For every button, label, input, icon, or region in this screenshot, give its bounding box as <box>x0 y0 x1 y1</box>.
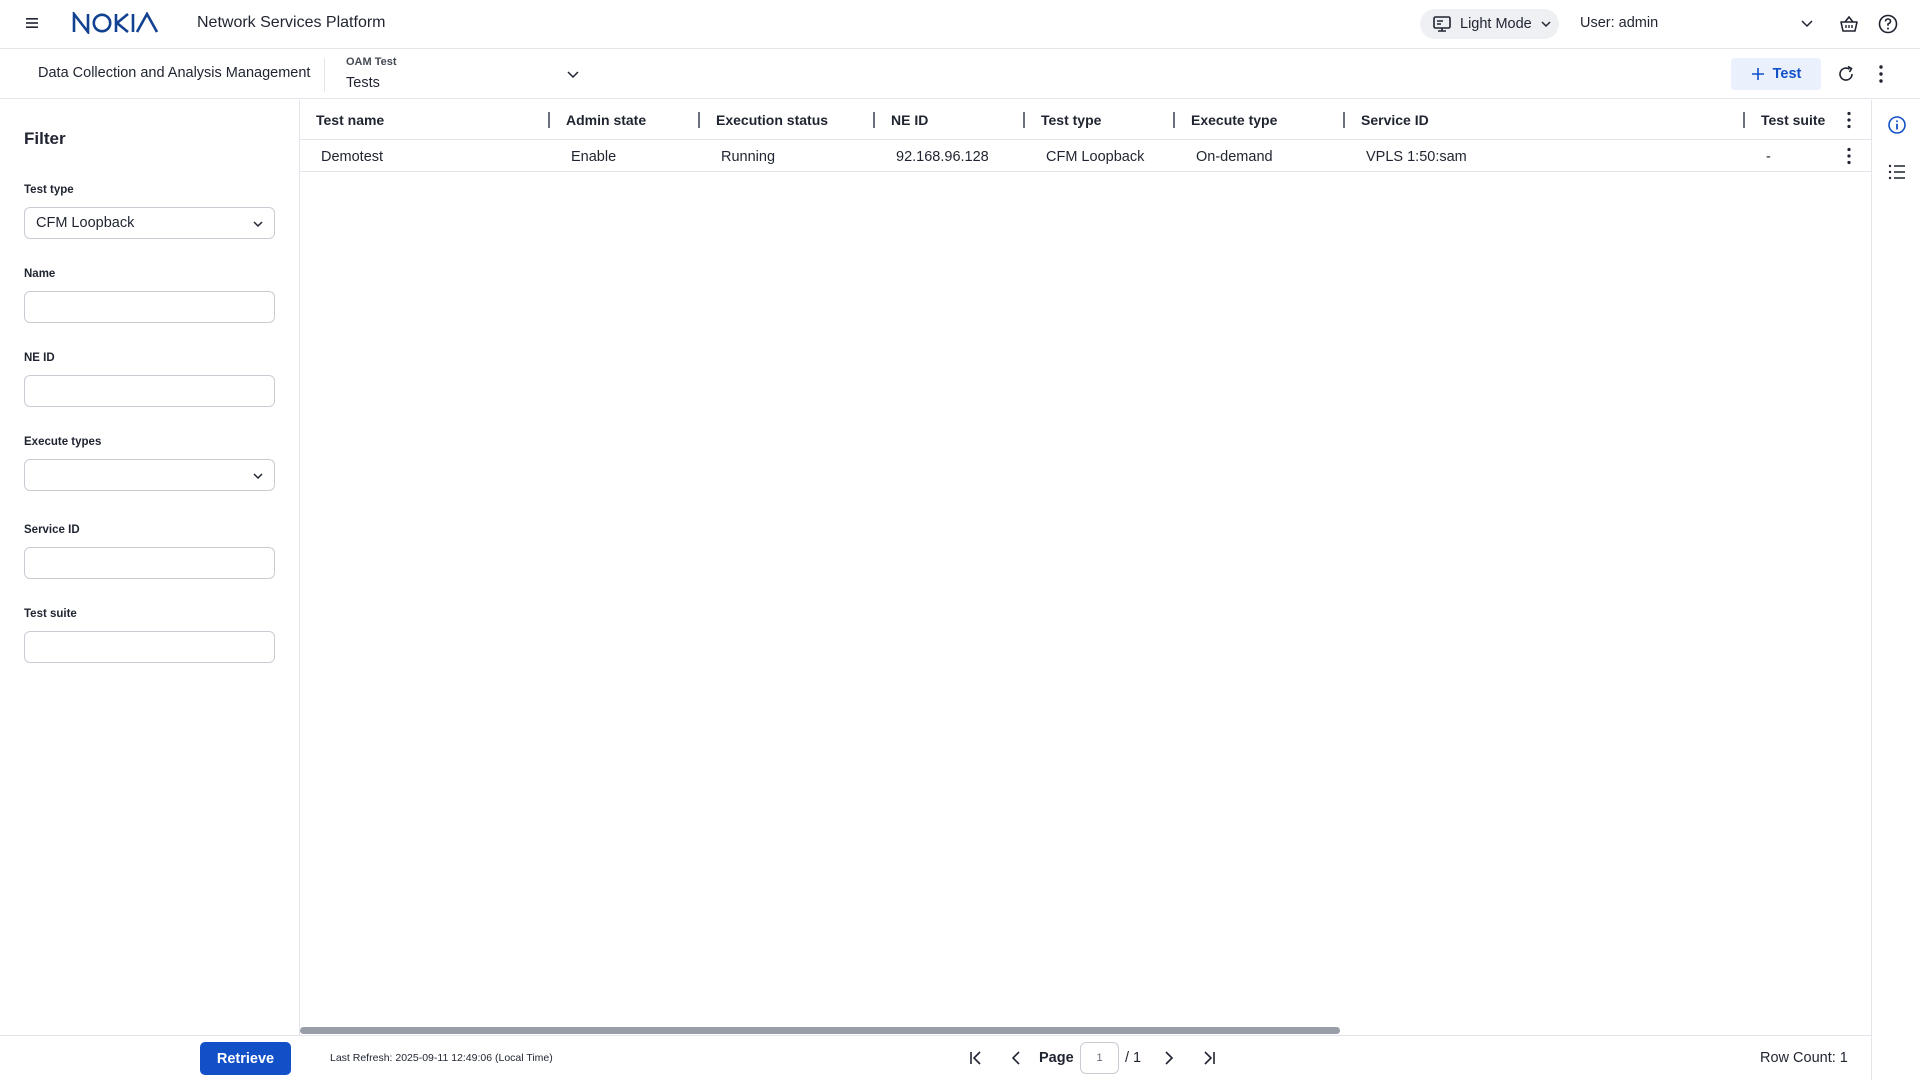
column-header-execution-status[interactable]: Execution status <box>716 112 828 128</box>
view-selector-chevron-down-icon[interactable] <box>566 67 580 81</box>
table-row[interactable]: Demotest Enable Running 92.168.96.128 CF… <box>300 141 1871 172</box>
breadcrumb-app-name[interactable]: Data Collection and Analysis Management <box>38 65 310 81</box>
column-options-icon[interactable] <box>1847 111 1851 129</box>
service-id-input[interactable] <box>24 547 275 579</box>
execute-types-select[interactable] <box>24 459 275 491</box>
service-id-label: Service ID <box>24 524 80 536</box>
page-label: Page <box>1039 1050 1074 1066</box>
column-header-test-name[interactable]: Test name <box>316 112 384 128</box>
cell-admin-state: Enable <box>571 149 617 165</box>
ne-id-input[interactable] <box>24 375 275 407</box>
test-type-label: Test type <box>24 184 74 196</box>
footer-bar: Retrieve Last Refresh: 2025-09-11 12:49:… <box>0 1035 1871 1080</box>
column-header-ne-id[interactable]: NE ID <box>891 112 928 128</box>
chevron-down-icon <box>252 218 264 230</box>
chevron-down-icon <box>1540 18 1552 30</box>
first-page-icon[interactable] <box>967 1049 985 1067</box>
column-resize-handle[interactable] <box>873 112 875 128</box>
column-header-service-id[interactable]: Service ID <box>1361 112 1429 128</box>
page-number-input[interactable]: 1 <box>1080 1042 1119 1074</box>
cell-ne-id: 92.168.96.128 <box>896 149 989 165</box>
filter-panel: Filter Test type CFM Loopback Name NE ID… <box>0 100 300 1035</box>
row-count: Row Count: 1 <box>1760 1050 1848 1066</box>
hamburger-menu-icon[interactable] <box>22 13 42 33</box>
last-page-icon[interactable] <box>1200 1049 1218 1067</box>
previous-page-icon[interactable] <box>1007 1049 1025 1067</box>
mode-label: Light Mode <box>1460 16 1532 32</box>
basket-icon[interactable] <box>1838 13 1860 35</box>
app-title: Network Services Platform <box>197 14 386 31</box>
monitor-icon <box>1432 15 1452 33</box>
page-total: / 1 <box>1125 1050 1142 1066</box>
cell-test-name: Demotest <box>321 149 384 165</box>
table-header: Test name Admin state Execution status N… <box>300 100 1871 140</box>
column-resize-handle[interactable] <box>698 112 700 128</box>
context-bar: Data Collection and Analysis Management … <box>0 50 1920 99</box>
column-resize-handle[interactable] <box>548 112 550 128</box>
list-icon[interactable] <box>1887 162 1907 182</box>
cell-test-type: CFM Loopback <box>1046 149 1145 165</box>
test-suite-input[interactable] <box>24 631 275 663</box>
column-resize-handle[interactable] <box>1023 112 1025 128</box>
name-input[interactable] <box>24 291 275 323</box>
help-icon[interactable] <box>1877 13 1899 35</box>
ne-id-label: NE ID <box>24 352 55 364</box>
breadcrumb-context: OAM Test <box>346 56 397 68</box>
nokia-logo[interactable] <box>72 12 160 34</box>
column-header-test-suite[interactable]: Test suite <box>1761 112 1825 128</box>
add-test-button[interactable]: Test <box>1731 58 1821 90</box>
last-refresh-text: Last Refresh: 2025-09-11 12:49:06 (Local… <box>330 1052 553 1064</box>
cell-test-suite: - <box>1766 149 1771 165</box>
column-header-test-type[interactable]: Test type <box>1041 112 1101 128</box>
column-header-admin-state[interactable]: Admin state <box>566 112 646 128</box>
light-mode-toggle[interactable]: Light Mode <box>1420 9 1559 39</box>
retrieve-button[interactable]: Retrieve <box>200 1042 291 1075</box>
user-menu-chevron-down-icon[interactable] <box>1800 16 1814 30</box>
cell-service-id: VPLS 1:50:sam <box>1366 149 1467 165</box>
execute-types-label: Execute types <box>24 436 102 448</box>
breadcrumb-divider <box>324 58 325 92</box>
info-icon[interactable] <box>1887 115 1907 135</box>
horizontal-scrollbar[interactable] <box>300 1027 1340 1034</box>
right-rail <box>1871 100 1920 1080</box>
chevron-down-icon <box>252 470 264 482</box>
row-actions-icon[interactable] <box>1847 147 1851 165</box>
column-resize-handle[interactable] <box>1343 112 1345 128</box>
column-header-execute-type[interactable]: Execute type <box>1191 112 1277 128</box>
next-page-icon[interactable] <box>1160 1049 1178 1067</box>
user-label[interactable]: User: admin <box>1580 15 1658 31</box>
test-type-value: CFM Loopback <box>36 215 135 231</box>
name-label: Name <box>24 268 56 280</box>
cell-execute-type: On-demand <box>1196 149 1273 165</box>
test-suite-label: Test suite <box>24 608 77 620</box>
add-test-label: Test <box>1772 66 1802 82</box>
breadcrumb-page[interactable]: Tests <box>346 75 380 91</box>
refresh-icon[interactable] <box>1836 64 1856 84</box>
test-type-select[interactable]: CFM Loopback <box>24 207 275 239</box>
tests-table: Test name Admin state Execution status N… <box>300 100 1871 1035</box>
cell-execution-status: Running <box>721 149 776 165</box>
column-resize-handle[interactable] <box>1173 112 1175 128</box>
more-options-icon[interactable] <box>1878 64 1884 84</box>
plus-icon <box>1751 67 1765 81</box>
top-header: Network Services Platform Light Mode Use… <box>0 0 1920 49</box>
column-resize-handle[interactable] <box>1743 112 1745 128</box>
filter-title: Filter <box>24 129 66 148</box>
